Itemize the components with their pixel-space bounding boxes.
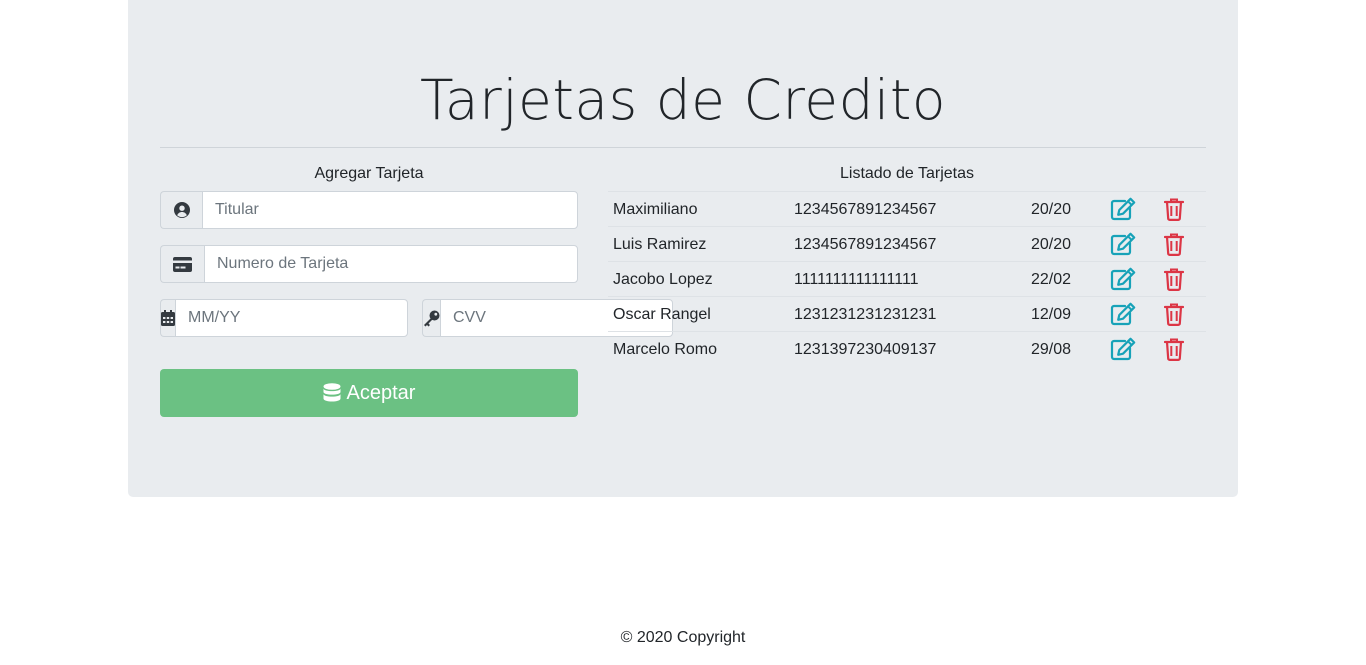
- accept-button[interactable]: Aceptar: [160, 369, 578, 417]
- edit-icon[interactable]: [1110, 337, 1136, 366]
- row-fecha: 29/08: [1031, 341, 1072, 358]
- trash-icon[interactable]: [1163, 232, 1185, 261]
- row-titular: Jacobo Lopez: [613, 271, 713, 288]
- row-fecha: 20/20: [1031, 236, 1072, 253]
- row-numero: 1234567891234567: [794, 201, 937, 218]
- fecha-group: [160, 299, 408, 337]
- table-row: Marcelo Romo 1231397230409137 29/08: [608, 331, 1206, 365]
- edit-icon[interactable]: [1110, 267, 1136, 296]
- key-icon: [422, 299, 440, 337]
- row-numero: 1231397230409137: [794, 341, 937, 358]
- row-fecha: 12/09: [1031, 306, 1072, 323]
- numero-group: [160, 245, 578, 283]
- table-row: Luis Ramirez 1234567891234567 20/20: [608, 226, 1206, 261]
- database-icon: [323, 383, 341, 403]
- list-heading: Listado de Tarjetas: [839, 165, 974, 182]
- title-divider: [160, 147, 1206, 148]
- row-fecha: 22/02: [1031, 271, 1072, 288]
- numero-input[interactable]: [204, 245, 578, 283]
- page-title: Tarjetas de Credito: [419, 68, 947, 132]
- cards-table: Maximiliano 1234567891234567 20/20 Luis Ram…: [608, 191, 1206, 365]
- trash-icon[interactable]: [1163, 197, 1185, 226]
- form-heading: Agregar Tarjeta: [314, 165, 424, 182]
- edit-icon[interactable]: [1110, 197, 1136, 226]
- row-titular: Oscar Rangel: [613, 306, 711, 323]
- row-numero: 1111111111111111: [794, 271, 919, 288]
- row-numero: 1234567891234567: [794, 236, 937, 253]
- table-row: Jacobo Lopez 1111111111111111 22/02: [608, 261, 1206, 296]
- credit-card-icon: [160, 245, 204, 283]
- cvv-group: [422, 299, 673, 337]
- titular-input[interactable]: [202, 191, 578, 229]
- trash-icon[interactable]: [1163, 302, 1185, 331]
- footer-copyright: © 2020 Copyright: [620, 629, 746, 646]
- main-panel: Tarjetas de Credito Agregar Tarjeta List…: [128, 0, 1238, 497]
- titular-group: [160, 191, 578, 229]
- row-titular: Maximiliano: [613, 201, 698, 218]
- edit-icon[interactable]: [1110, 232, 1136, 261]
- trash-icon[interactable]: [1163, 337, 1185, 366]
- table-row: Maximiliano 1234567891234567 20/20: [608, 191, 1206, 226]
- accept-label: Aceptar: [346, 381, 416, 404]
- row-titular: Luis Ramirez: [613, 236, 707, 253]
- table-row: Oscar Rangel 1231231231231231 12/09: [608, 296, 1206, 331]
- row-fecha: 20/20: [1031, 201, 1072, 218]
- edit-icon[interactable]: [1110, 302, 1136, 331]
- user-circle-icon: [160, 191, 202, 229]
- row-numero: 1231231231231231: [794, 306, 937, 323]
- fecha-input[interactable]: [175, 299, 408, 337]
- row-titular: Marcelo Romo: [613, 341, 718, 358]
- trash-icon[interactable]: [1163, 267, 1185, 296]
- calendar-icon: [160, 299, 175, 337]
